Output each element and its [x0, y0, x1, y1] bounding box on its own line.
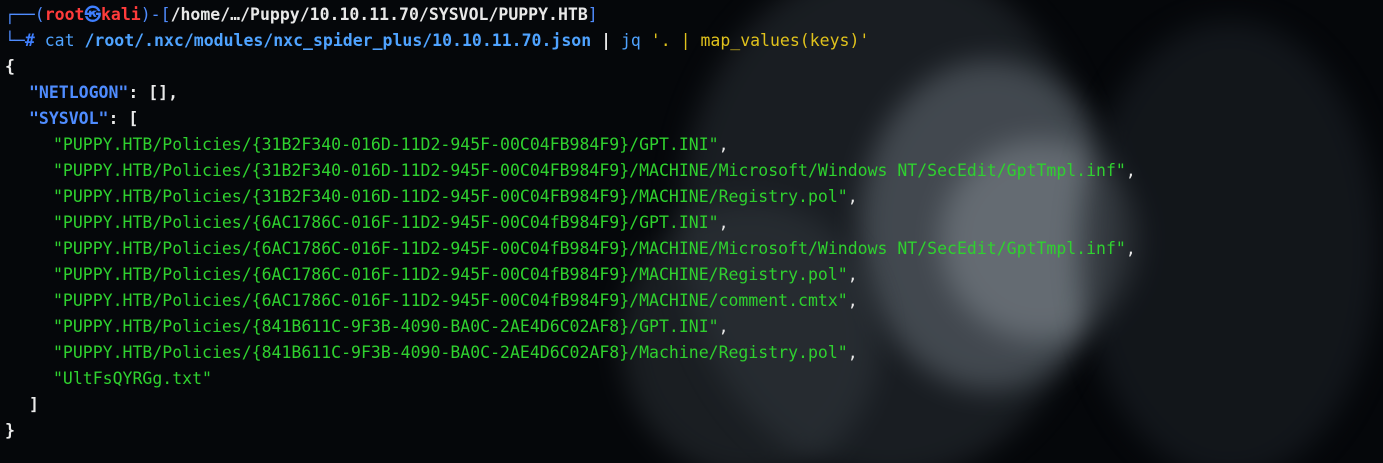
output-close-brace-line: }	[5, 418, 1383, 444]
json-comma: ,	[1125, 239, 1136, 258]
output-file-line: "PUPPY.HTB/Policies/{6AC1786C-016F-11D2-…	[5, 210, 1383, 236]
output-file-line: "PUPPY.HTB/Policies/{31B2F340-016D-11D2-…	[5, 184, 1383, 210]
prompt-user: root	[44, 5, 85, 24]
command-filter-quote-close: '	[859, 31, 870, 50]
output-file-line: "PUPPY.HTB/Policies/{31B2F340-016D-11D2-…	[5, 132, 1383, 158]
json-file-string: "PUPPY.HTB/Policies/{31B2F340-016D-11D2-…	[53, 135, 719, 154]
json-value-netlogon: : [],	[128, 83, 179, 102]
output-close-brace: }	[5, 421, 15, 440]
terminal-window[interactable]: ┌──(root㉿kali)-[/home/…/Puppy/10.10.11.7…	[0, 0, 1383, 463]
json-file-string: "PUPPY.HTB/Policies/{6AC1786C-016F-11D2-…	[53, 239, 1126, 258]
command-filter-expression: map_values(keys)	[700, 31, 860, 50]
json-file-string: "PUPPY.HTB/Policies/{31B2F340-016D-11D2-…	[53, 187, 848, 206]
command-pipe: |	[601, 31, 612, 50]
prompt-separator-open: )-[	[140, 5, 171, 24]
json-sysvol-open: : [	[108, 109, 139, 128]
output-file-line: "PUPPY.HTB/Policies/{841B611C-9F3B-4090-…	[5, 314, 1383, 340]
output-file-line: "PUPPY.HTB/Policies/{31B2F340-016D-11D2-…	[5, 158, 1383, 184]
output-file-line: "PUPPY.HTB/Policies/{6AC1786C-016F-11D2-…	[5, 262, 1383, 288]
json-comma: ,	[847, 343, 858, 362]
output-file-line: "PUPPY.HTB/Policies/{841B611C-9F3B-4090-…	[5, 340, 1383, 366]
json-key-sysvol: "SYSVOL"	[29, 109, 109, 128]
json-comma: ,	[1125, 161, 1136, 180]
command-filter-pipe: |	[680, 31, 691, 50]
output-sysvol-line: "SYSVOL": [	[5, 106, 1383, 132]
output-open-brace-line: {	[5, 54, 1383, 80]
command-filter-quote-open: '	[650, 31, 661, 50]
prompt-box-bottom: └─	[5, 31, 25, 50]
json-file-string: "PUPPY.HTB/Policies/{31B2F340-016D-11D2-…	[53, 161, 1126, 180]
json-file-string: "UltFsQYRGg.txt"	[53, 369, 212, 388]
json-comma: ,	[718, 135, 729, 154]
json-close-bracket: ]	[29, 395, 39, 414]
command-line[interactable]: └─# cat /root/.nxc/modules/nxc_spider_pl…	[5, 28, 1383, 54]
output-file-line: "UltFsQYRGg.txt"	[5, 366, 1383, 392]
json-file-string: "PUPPY.HTB/Policies/{841B611C-9F3B-4090-…	[53, 343, 848, 362]
json-comma: ,	[718, 213, 729, 232]
prompt-cwd: /home/…/Puppy/10.10.11.70/SYSVOL/PUPPY.H…	[170, 5, 588, 24]
output-close-bracket-line: ]	[5, 392, 1383, 418]
prompt-hash: #	[24, 31, 35, 50]
output-file-line: "PUPPY.HTB/Policies/{6AC1786C-016F-11D2-…	[5, 288, 1383, 314]
prompt-box-top: ┌──(	[5, 5, 45, 24]
output-file-line: "PUPPY.HTB/Policies/{6AC1786C-016F-11D2-…	[5, 236, 1383, 262]
json-key-netlogon: "NETLOGON"	[29, 83, 129, 102]
prompt-separator-close: ]	[587, 5, 598, 24]
output-netlogon-line: "NETLOGON": [],	[5, 80, 1383, 106]
command-program: cat	[44, 31, 75, 50]
prompt-at-symbol: ㉿	[84, 5, 102, 24]
command-filter-dot: .	[660, 31, 671, 50]
command-path: /root/.nxc/modules/nxc_spider_plus/10.10…	[84, 31, 592, 50]
json-file-string: "PUPPY.HTB/Policies/{6AC1786C-016F-11D2-…	[53, 265, 848, 284]
json-comma: ,	[718, 317, 729, 336]
prompt-line: ┌──(root㉿kali)-[/home/…/Puppy/10.10.11.7…	[5, 2, 1383, 28]
prompt-host: kali	[101, 5, 141, 24]
json-comma: ,	[847, 187, 858, 206]
json-file-string: "PUPPY.HTB/Policies/{6AC1786C-016F-11D2-…	[53, 291, 848, 310]
json-file-string: "PUPPY.HTB/Policies/{6AC1786C-016F-11D2-…	[53, 213, 719, 232]
output-open-brace: {	[5, 57, 15, 76]
json-comma: ,	[847, 291, 858, 310]
command-filter-program: jq	[620, 31, 641, 50]
json-comma: ,	[847, 265, 858, 284]
json-file-string: "PUPPY.HTB/Policies/{841B611C-9F3B-4090-…	[53, 317, 719, 336]
